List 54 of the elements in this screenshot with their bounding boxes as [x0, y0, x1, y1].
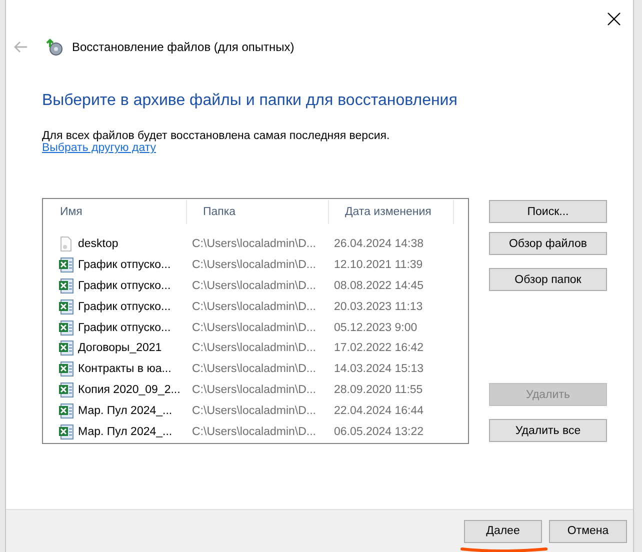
date-cell-text: 26.04.2024 14:38 — [333, 238, 425, 250]
cancel-button[interactable]: Отмена — [549, 520, 627, 542]
spreadsheet-icon — [58, 298, 74, 315]
date-cell-text: 20.03.2023 11:13 — [333, 300, 424, 313]
window-title: Восстановление файлов (для опытных) — [72, 40, 294, 54]
folder-cell-text: C:\Users\localadmin\D... — [191, 426, 317, 438]
file-name[interactable]: Договоры_2021 — [44, 340, 187, 356]
file-name[interactable]: Мар. Пул 2024_... — [44, 424, 187, 440]
spreadsheet-icon — [58, 320, 74, 336]
file-name[interactable]: desktop — [44, 236, 187, 252]
folder-cell-text: C:\Users\localadmin\D... — [191, 300, 317, 313]
column-header[interactable]: Дата изменения — [329, 200, 454, 224]
file-name[interactable]: Копия 2020_09_2... — [44, 382, 187, 398]
side-button[interactable]: Поиск... — [489, 200, 607, 223]
spreadsheet-icon — [58, 402, 74, 419]
date-cell-text: 28.09.2020 11:55 — [333, 384, 424, 396]
folder-cell-text: C:\Users\localadmin\D... — [191, 404, 317, 417]
restore-icon — [46, 38, 64, 56]
date-cell-text: 22.04.2024 16:44 — [333, 404, 425, 417]
folder-cell-text: C:\Users\localadmin\D... — [191, 363, 317, 376]
side-button[interactable]: Обзор папок — [489, 268, 607, 291]
file-icon — [58, 236, 74, 252]
heading: Выберите в архиве файлы и папки для восстановления — [42, 92, 458, 110]
folder-cell-text: C:\Users\localadmin\D... — [191, 384, 317, 396]
folder-cell-text: C:\Users\localadmin\D... — [191, 280, 317, 292]
date-cell-text: 08.08.2022 14:45 — [333, 280, 425, 292]
side-button[interactable]: Удалить все — [489, 419, 607, 442]
folder-cell-text: C:\Users\localadmin\D... — [191, 259, 317, 272]
spreadsheet-icon — [58, 340, 74, 356]
folder-cell-text: C:\Users\localadmin\D... — [191, 238, 317, 250]
file-name[interactable]: Мар. Пул 2024_... — [44, 402, 187, 419]
date-cell-text: 17.02.2022 16:42 — [333, 342, 425, 354]
column-header[interactable]: Папка — [187, 200, 329, 224]
file-name[interactable]: График отпуско... — [44, 278, 187, 294]
folder-cell-text: C:\Users\localadmin\D... — [191, 322, 317, 334]
choose-date-link[interactable]: Выбрать другую дату — [42, 142, 156, 154]
date-cell-text: 05.12.2023 9:00 — [333, 322, 418, 334]
file-name[interactable]: График отпуско... — [44, 257, 187, 274]
file-name[interactable]: Контракты в юа... — [44, 361, 187, 378]
folder-cell-text: C:\Users\localadmin\D... — [191, 342, 317, 354]
side-button[interactable]: Обзор файлов — [489, 232, 607, 255]
spreadsheet-icon — [58, 424, 74, 440]
file-name[interactable]: График отпуско... — [44, 298, 187, 315]
spreadsheet-icon — [58, 361, 74, 378]
close-icon — [607, 12, 621, 26]
date-cell-text: 06.05.2024 13:22 — [333, 426, 425, 438]
file-name[interactable]: График отпуско... — [44, 320, 187, 336]
spreadsheet-icon — [58, 382, 74, 398]
column-header[interactable]: Имя — [44, 200, 187, 224]
description-text: Для всех файлов будет восстановлена самая последняя версия. — [42, 130, 391, 142]
date-cell-text: 14.03.2024 15:13 — [333, 363, 425, 376]
spreadsheet-icon — [58, 278, 74, 294]
date-cell-text: 12.10.2021 11:39 — [333, 259, 424, 272]
spreadsheet-icon — [58, 257, 74, 274]
